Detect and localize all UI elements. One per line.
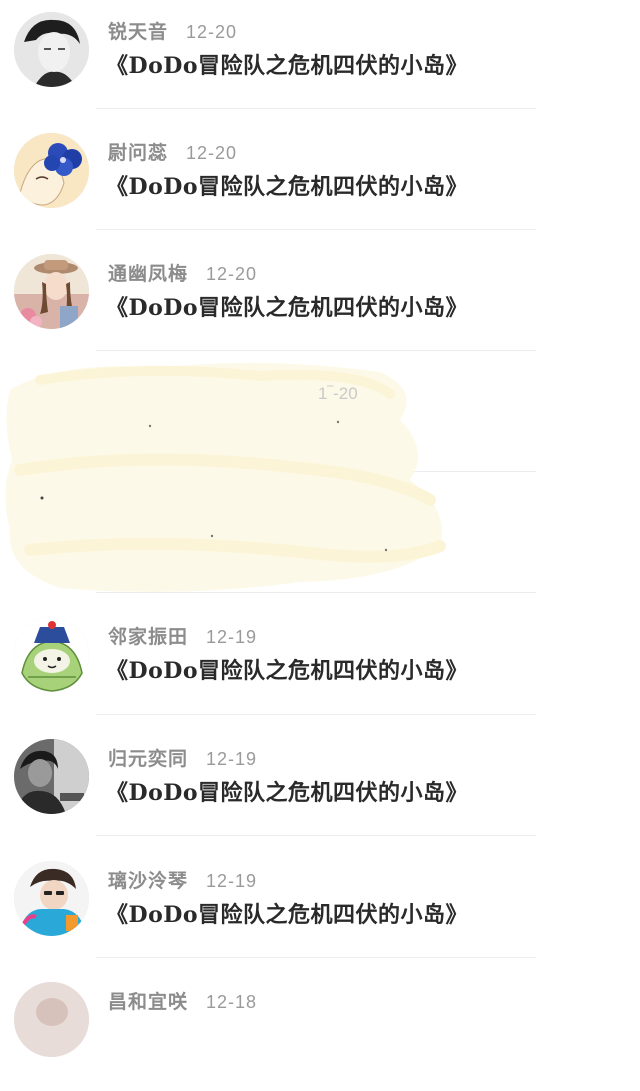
comment-date: 12-19 (206, 871, 258, 891)
comment-item[interactable]: 邻家振田 12-19 《DoDo冒险队之危机四伏的小岛》 (0, 605, 640, 726)
redaction-smudge (5, 362, 446, 592)
comment-meta: 通幽凤梅 12-20 (108, 260, 257, 288)
avatar-blue-flower-icon (14, 133, 89, 208)
comment-meta: 尉问蕊 12-20 (108, 139, 237, 167)
comment-text: 《DoDo冒险队之危机四伏的小岛》 (106, 658, 469, 684)
divider (96, 957, 536, 958)
comment-date: 12-19 (206, 749, 258, 769)
user-name[interactable]: 尉问蕊 (108, 142, 168, 164)
user-name[interactable]: 通幽凤梅 (108, 263, 188, 285)
comment-meta: 昌和宜咲 12-18 (108, 988, 257, 1016)
avatar-girl-hat-icon (14, 254, 89, 329)
divider (96, 592, 536, 593)
divider (96, 229, 536, 230)
user-name[interactable]: 昌和宜咲 (108, 991, 188, 1013)
comment-item[interactable]: 昌和宜咲 12-18 (0, 970, 640, 1091)
divider (96, 108, 536, 109)
avatar-cartoon-zongzi-icon (14, 617, 89, 692)
avatar[interactable] (14, 861, 89, 936)
comment-meta: 锐天音 12-20 (108, 18, 237, 46)
comment-text: 《DoDo冒险队之危机四伏的小岛》 (106, 174, 469, 200)
comment-meta: 归元奕同 12-19 (108, 745, 257, 773)
comment-date: 12-20 (206, 264, 258, 284)
comment-item[interactable]: 锐天音 12-20 《DoDo冒险队之危机四伏的小岛》 (0, 0, 640, 121)
comment-text: 《DoDo冒险队之危机四伏的小岛》 (106, 780, 469, 806)
user-name[interactable]: 璃沙泠琴 (108, 870, 188, 892)
comment-date: 12-20 (186, 22, 238, 42)
comment-list: 锐天音 12-20 《DoDo冒险队之危机四伏的小岛》 尉问蕊 12-20 《DoD… (0, 0, 640, 1057)
avatar[interactable] (14, 617, 89, 692)
comment-date: 12-18 (206, 992, 258, 1012)
user-name[interactable]: 锐天音 (108, 21, 168, 43)
avatar[interactable] (14, 982, 89, 1057)
avatar-bw-boy-icon (14, 12, 89, 87)
avatar-colorful-boy-icon (14, 861, 89, 936)
divider (96, 714, 536, 715)
comment-text: 《DoDo冒险队之危机四伏的小岛》 (106, 295, 469, 321)
redacted-date-fragment: 1‾-20 (318, 384, 358, 403)
comment-item[interactable]: 通幽凤梅 12-20 《DoDo冒险队之危机四伏的小岛》 (0, 242, 640, 363)
comment-meta: 邻家振田 12-19 (108, 623, 257, 651)
comment-date: 12-19 (206, 627, 258, 647)
comment-text: 《DoDo冒险队之危机四伏的小岛》 (106, 902, 469, 928)
avatar-bw-person-icon (14, 739, 89, 814)
comment-item[interactable]: 尉问蕊 12-20 《DoDo冒险队之危机四伏的小岛》 (0, 121, 640, 242)
user-name[interactable]: 归元奕同 (108, 748, 188, 770)
avatar-partial-icon (14, 982, 89, 1057)
avatar[interactable] (14, 12, 89, 87)
divider (96, 835, 536, 836)
avatar[interactable] (14, 133, 89, 208)
comment-text: 《DoDo冒险队之危机四伏的小岛》 (106, 53, 469, 79)
comment-item[interactable]: 归元奕同 12-19 《DoDo冒险队之危机四伏的小岛》 (0, 727, 640, 848)
comment-item[interactable]: 璃沙泠琴 12-19 《DoDo冒险队之危机四伏的小岛》 (0, 849, 640, 970)
avatar[interactable] (14, 254, 89, 329)
comment-meta: 璃沙泠琴 12-19 (108, 867, 257, 895)
avatar[interactable] (14, 739, 89, 814)
user-name[interactable]: 邻家振田 (108, 626, 188, 648)
comment-date: 12-20 (186, 143, 238, 163)
